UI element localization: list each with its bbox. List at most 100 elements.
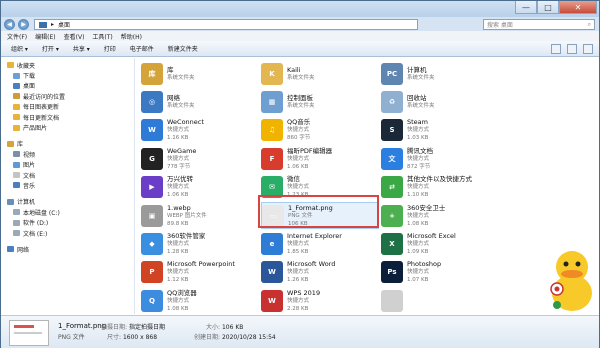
- file-icon: 库: [141, 62, 163, 85]
- nav-item-icon: [7, 198, 14, 205]
- file-item[interactable]: K Kaili 系统文件夹: [261, 60, 379, 87]
- maximize-button[interactable]: □: [537, 1, 559, 14]
- file-item[interactable]: S Steam 快捷方式 1.03 KB: [381, 117, 499, 144]
- file-sub: 快捷方式: [407, 269, 430, 276]
- nav-item[interactable]: 音乐: [1, 180, 134, 190]
- change-view-icon[interactable]: [551, 44, 561, 54]
- file-item[interactable]: 文腾讯文档 快捷方式 872 字节: [381, 145, 499, 172]
- toolbar-button[interactable]: 电子邮件: [130, 44, 154, 53]
- file-text: 福昕PDF编辑器 快捷方式 1.06 KB: [287, 147, 332, 171]
- file-name: 网络: [167, 93, 180, 102]
- file-item[interactable]: +360安全卫士 快捷方式 1.08 KB: [381, 202, 499, 229]
- nav-item[interactable]: 下载: [1, 70, 134, 80]
- file-item[interactable]: e Internet Explorer 快捷方式 1.85 KB: [261, 230, 379, 257]
- file-icon: ▶: [141, 176, 163, 199]
- nav-item[interactable]: 软件 (D:): [1, 217, 134, 227]
- file-size: 1.03 KB: [407, 135, 429, 142]
- file-item[interactable]: P Microsoft Powerpoint 快捷方式 1.12 KB: [141, 259, 259, 286]
- duck-mascot-icon[interactable]: [547, 245, 597, 315]
- toolbar-button[interactable]: 共享 ▾: [73, 44, 90, 53]
- toolbar-button[interactable]: 打印: [104, 44, 116, 53]
- file-sub: 快捷方式: [407, 240, 430, 247]
- file-item[interactable]: Q QQ浏览器 快捷方式 1.08 KB: [141, 287, 259, 314]
- taken-value[interactable]: 指定拍摄日期: [129, 324, 165, 331]
- file-icon: e: [261, 232, 283, 255]
- minimize-button[interactable]: —: [515, 1, 537, 14]
- toolbar-button[interactable]: 组织 ▾: [11, 44, 28, 53]
- file-item[interactable]: W WeConnect 快捷方式 1.16 KB: [141, 117, 259, 144]
- nav-item-icon: [13, 114, 20, 121]
- preview-pane-icon[interactable]: [567, 44, 577, 54]
- file-item[interactable]: ♻ 回收站 系统文件夹: [381, 88, 499, 115]
- forward-button[interactable]: ▶: [18, 18, 29, 30]
- file-icon: F: [261, 147, 283, 170]
- nav-item[interactable]: 视频: [1, 149, 134, 159]
- back-button[interactable]: ◀: [4, 18, 15, 30]
- file-item[interactable]: ▣ 1.webp WEBP 图片文件 89.8 KB: [141, 202, 259, 229]
- file-item[interactable]: ◎ 网络 系统文件夹: [141, 88, 259, 115]
- nav-item[interactable]: 收藏夹: [1, 60, 134, 70]
- nav-item[interactable]: 本地磁盘 (C:): [1, 207, 134, 217]
- breadcrumb[interactable]: 桌面: [58, 20, 70, 29]
- nav-item[interactable]: 库: [1, 139, 134, 149]
- file-item[interactable]: F 福昕PDF编辑器 快捷方式 1.06 KB: [261, 145, 379, 172]
- search-input[interactable]: 搜索 桌面 ⌕: [483, 19, 595, 30]
- menu-item[interactable]: 文件(F): [7, 32, 27, 41]
- file-item[interactable]: ♫ QQ音乐 快捷方式 860 字节: [261, 117, 379, 144]
- nav-item[interactable]: 文档: [1, 170, 134, 180]
- menu-item[interactable]: 工具(T): [92, 32, 112, 41]
- file-item[interactable]: ◆ 360软件管家 快捷方式 1.28 KB: [141, 230, 259, 257]
- nav-item[interactable]: 图片: [1, 160, 134, 170]
- help-icon[interactable]: [583, 44, 593, 54]
- nav-item[interactable]: 产品图片: [1, 122, 134, 132]
- nav-item-label: 最近访问的位置: [23, 93, 66, 101]
- file-name: 控制面板: [287, 93, 313, 102]
- menu-item[interactable]: 帮助(H): [121, 32, 142, 41]
- file-item[interactable]: W WPS 2019 快捷方式 2.28 KB: [261, 287, 379, 314]
- file-name: 腾讯文档: [407, 146, 433, 155]
- nav-item-label: 下载: [23, 73, 36, 81]
- file-item[interactable]: 库库系统文件夹: [141, 60, 259, 87]
- file-sub: 系统文件夹: [407, 102, 435, 109]
- file-item[interactable]: W Microsoft Word 快捷方式 1.26 KB: [261, 259, 379, 286]
- file-icon: [381, 289, 403, 312]
- file-size: 872 字节: [407, 163, 431, 170]
- close-button[interactable]: ✕: [559, 1, 597, 14]
- file-name: 计算机: [407, 65, 427, 74]
- file-item[interactable]: ▦ 控制面板 系统文件夹: [261, 88, 379, 115]
- nav-item[interactable]: 网络: [1, 244, 134, 254]
- file-sub: 系统文件夹: [167, 102, 195, 109]
- nav-item[interactable]: 计算机: [1, 197, 134, 207]
- detail-file-name: 1_Format.png: [58, 322, 107, 330]
- file-item[interactable]: [381, 287, 499, 314]
- nav-item[interactable]: 每日图表更新: [1, 102, 134, 112]
- file-item[interactable]: PC 计算机 系统文件夹: [381, 60, 499, 87]
- menu-item[interactable]: 查看(V): [64, 32, 85, 41]
- file-item[interactable]: ▶ 万兴优转 快捷方式 1.06 KB: [141, 174, 259, 201]
- toolbar-button[interactable]: 新建文件夹: [168, 44, 198, 53]
- file-text: 360软件管家 快捷方式 1.28 KB: [167, 232, 205, 256]
- nav-item-label: 本地磁盘 (C:): [23, 209, 60, 217]
- nav-item[interactable]: 文档 (E:): [1, 228, 134, 238]
- file-name: Internet Explorer: [287, 231, 342, 240]
- file-sub: 快捷方式: [407, 212, 430, 219]
- menu-item[interactable]: 编辑(E): [35, 32, 55, 41]
- search-icon[interactable]: ⌕: [588, 21, 591, 29]
- file-icon: Q: [141, 289, 163, 312]
- taken-label: 拍摄日期:: [101, 324, 128, 331]
- address-bar[interactable]: ▸ 桌面: [34, 19, 418, 30]
- nav-item[interactable]: 桌面: [1, 81, 134, 91]
- file-sub: 系统文件夹: [287, 102, 315, 109]
- nav-item[interactable]: 每日更新文档: [1, 112, 134, 122]
- toolbar-button[interactable]: 打开 ▾: [42, 44, 59, 53]
- file-thumbnail: [9, 320, 49, 346]
- file-item[interactable]: G WeGame 快捷方式 778 字节: [141, 145, 259, 172]
- dims-value: 1600 x 868: [122, 334, 158, 341]
- file-item[interactable]: Ps Photoshop 快捷方式 1.07 KB: [381, 259, 499, 286]
- file-item[interactable]: ⇄ 其他文件以及快捷方式 快捷方式 1.10 KB: [381, 174, 499, 201]
- file-item[interactable]: X Microsoft Excel 快捷方式 1.09 KB: [381, 230, 499, 257]
- file-icon: ⇄: [381, 176, 403, 199]
- nav-item-label: 图片: [23, 162, 36, 170]
- nav-item[interactable]: 最近访问的位置: [1, 91, 134, 101]
- file-text: 腾讯文档 快捷方式 872 字节: [407, 147, 433, 171]
